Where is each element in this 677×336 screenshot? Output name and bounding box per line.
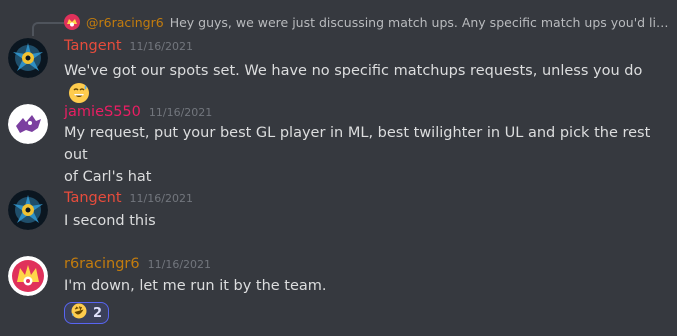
tangent-avatar[interactable] [8,38,48,78]
message-content: I second this [64,210,664,232]
message-content: My request, put your best GL player in M… [64,122,664,188]
r6racingr6-avatar[interactable] [8,256,48,296]
reply-reference[interactable]: @r6racingr6 Hey guys, we were just discu… [64,12,669,32]
reaction-button[interactable]: 2 [64,302,110,324]
message-content: We've got our spots set. We have no spec… [64,60,664,105]
tangent-avatar[interactable] [8,190,48,230]
message-text-line-1: My request, put your best GL player in M… [64,125,651,163]
reply-preview[interactable]: Hey guys, we were just discussing match … [170,15,669,30]
rofl-emoji-icon [71,303,87,323]
username[interactable]: Tangent [64,38,122,54]
timestamp: 11/16/2021 [129,40,193,53]
message-text: I second this [64,213,156,229]
timestamp: 11/16/2021 [148,106,213,119]
message-content: I'm down, let me run it by the team. [64,275,664,297]
reaction-count: 2 [93,305,103,321]
message-text: We've got our spots set. We have no spec… [64,63,643,79]
timestamp: 11/16/2021 [147,258,212,271]
reply-avatar[interactable] [64,14,80,30]
reply-username[interactable]: @r6racingr6 [86,15,164,30]
message-text: I'm down, let me run it by the team. [64,278,327,294]
username[interactable]: Tangent [64,190,122,206]
username[interactable]: jamieS550 [64,104,141,120]
jamie-avatar[interactable] [8,104,48,144]
reply-spine [32,22,64,36]
timestamp: 11/16/2021 [129,192,193,205]
message-text-line-2: of Carl's hat [64,169,152,185]
sweat-smile-emoji-icon [68,82,90,104]
username[interactable]: r6racingr6 [64,256,140,272]
